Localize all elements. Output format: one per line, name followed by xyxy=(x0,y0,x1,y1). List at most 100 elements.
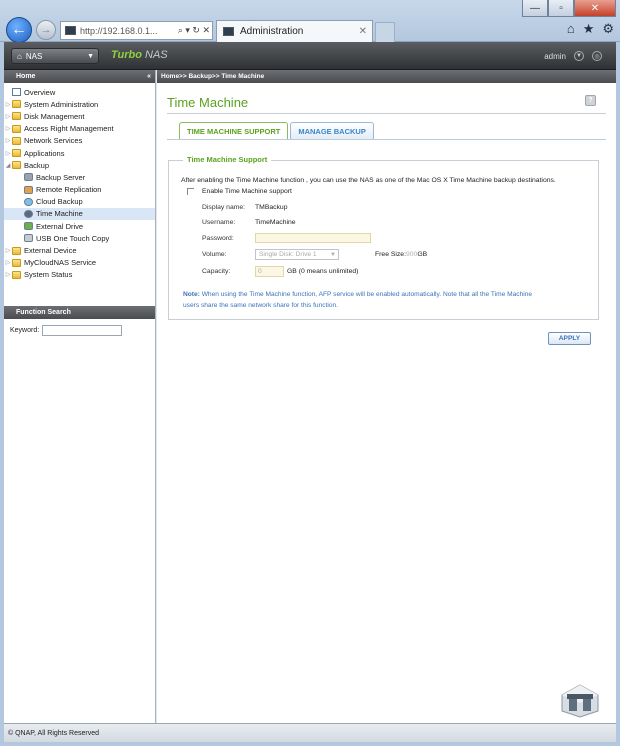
capacity-input[interactable]: 0 xyxy=(255,266,284,277)
note-line-1: When using the Time Machine function, AF… xyxy=(199,291,533,298)
address-bar[interactable]: http://192.168.0.1... ⌕ ▾ ↻ ✕ xyxy=(60,21,213,40)
collapse-tree-icon[interactable]: ◢ xyxy=(4,162,12,169)
time-machine-icon xyxy=(24,209,33,218)
sidebar-item-external-device[interactable]: ▷ External Device xyxy=(4,244,155,256)
tab-page-icon xyxy=(223,27,234,36)
expand-icon[interactable]: ▷ xyxy=(4,137,12,144)
sidebar-item-label: Disk Management xyxy=(24,111,85,121)
external-drive-icon xyxy=(24,222,33,231)
sidebar-item-access-right-management[interactable]: ▷ Access Right Management xyxy=(4,123,155,135)
sidebar-item-time-machine[interactable]: Time Machine xyxy=(4,207,155,221)
volume-row: Volume: Single Disk: Drive 1 ▼ Free Size… xyxy=(202,249,427,260)
username-value: TimeMachine xyxy=(255,219,296,226)
sidebar-item-label: System Administration xyxy=(24,99,99,109)
note-line-2: users share the same network share for t… xyxy=(183,301,339,309)
address-controls[interactable]: ⌕ ▾ ↻ ✕ xyxy=(178,25,210,36)
folder-icon xyxy=(12,124,21,133)
capacity-row: Capacity: 0 GB (0 means unlimited) xyxy=(202,266,358,277)
sidebar-header-label: Home xyxy=(16,73,36,80)
sidebar-item-cloud-backup[interactable]: Cloud Backup xyxy=(4,196,155,208)
intro-text: After enabling the Time Machine function… xyxy=(181,177,556,184)
cloud-icon xyxy=(24,197,33,206)
expand-icon[interactable]: ▷ xyxy=(4,125,12,132)
sidebar-item-label: Time Machine xyxy=(36,209,83,219)
sidebar-item-external-drive[interactable]: External Drive xyxy=(4,220,155,232)
apply-button[interactable]: APPLY xyxy=(548,332,591,345)
volume-label: Volume: xyxy=(202,251,227,258)
function-search-title: Function Search xyxy=(16,309,71,316)
main-panel: Home>> Backup>> Time Machine Time Machin… xyxy=(157,70,616,723)
sidebar-item-mycloudnas-service[interactable]: ▷ MyCloudNAS Service xyxy=(4,257,155,269)
keyword-label: Keyword: xyxy=(10,327,40,334)
globe-icon[interactable]: ◎ xyxy=(592,51,602,61)
folder-open-icon xyxy=(12,161,21,170)
expand-icon[interactable]: ▷ xyxy=(4,271,12,278)
sidebar-item-system-status[interactable]: ▷ System Status xyxy=(4,269,155,281)
help-icon[interactable]: ? xyxy=(585,95,596,106)
sidebar-item-network-services[interactable]: ▷ Network Services xyxy=(4,135,155,147)
minimize-button[interactable]: — xyxy=(522,0,548,17)
keyword-input[interactable] xyxy=(42,325,123,336)
function-search-header: Function Search xyxy=(4,306,155,319)
sidebar: Home « Overview ▷ System Administration ▷… xyxy=(4,70,156,723)
note-text: Note: When using the Time Machine functi… xyxy=(183,290,593,311)
new-tab-button[interactable] xyxy=(375,22,395,42)
sidebar-item-label: Remote Replication xyxy=(36,185,102,195)
expand-icon[interactable]: ▷ xyxy=(4,150,12,157)
username-row: Username: TimeMachine xyxy=(202,219,296,226)
window-border-right xyxy=(616,42,620,742)
page-title: Time Machine xyxy=(167,95,249,110)
capacity-label: Capacity: xyxy=(202,268,231,275)
sidebar-item-label: Backup xyxy=(24,160,50,170)
home-icon[interactable]: ⌂ xyxy=(567,21,575,37)
tab-manage-backup[interactable]: MANAGE BACKUP xyxy=(290,122,374,139)
folder-icon xyxy=(12,100,21,109)
expand-icon[interactable]: ▷ xyxy=(4,101,12,108)
volume-select[interactable]: Single Disk: Drive 1 ▼ xyxy=(255,249,339,260)
enable-checkbox[interactable] xyxy=(187,188,194,195)
sidebar-item-label: Access Right Management xyxy=(24,124,114,134)
enable-label: Enable Time Machine support xyxy=(202,188,292,195)
sidebar-item-disk-management[interactable]: ▷ Disk Management xyxy=(4,110,155,122)
expand-icon[interactable]: ▷ xyxy=(4,247,12,254)
collapse-icon[interactable]: « xyxy=(147,73,151,80)
tab-time-machine-support[interactable]: TIME MACHINE SUPPORT xyxy=(179,122,289,140)
username-label: Username: xyxy=(202,219,236,226)
enable-row: Enable Time Machine support xyxy=(187,188,292,195)
expand-icon[interactable]: ▷ xyxy=(4,113,12,120)
star-icon[interactable]: ★ xyxy=(583,21,595,37)
watermark-logo-icon xyxy=(561,684,599,718)
sidebar-item-applications[interactable]: ▷ Applications xyxy=(4,147,155,159)
sidebar-item-system-administration[interactable]: ▷ System Administration xyxy=(4,98,155,110)
back-button[interactable]: ← xyxy=(6,17,32,43)
chevron-down-icon: ▼ xyxy=(87,52,94,60)
maximize-button[interactable]: ▫ xyxy=(548,0,574,17)
gear-icon[interactable]: ⚙ xyxy=(602,21,614,37)
user-menu-icon[interactable]: ▼ xyxy=(574,51,584,61)
nas-selector[interactable]: ⌂ NAS ▼ xyxy=(11,48,99,64)
password-row: Password: xyxy=(202,233,371,243)
folder-icon xyxy=(12,136,21,145)
tab-close-icon[interactable]: ✕ xyxy=(359,26,367,37)
display-name-value: TMBackup xyxy=(255,204,288,211)
sidebar-item-backup[interactable]: ◢ Backup xyxy=(4,159,155,171)
title-divider xyxy=(167,113,606,114)
sidebar-item-backup-server[interactable]: Backup Server xyxy=(4,171,155,183)
sidebar-item-remote-replication[interactable]: Remote Replication xyxy=(4,184,155,196)
close-window-button[interactable]: ✕ xyxy=(574,0,616,17)
header-user-area: admin ▼ ◎ xyxy=(544,51,602,61)
sidebar-item-usb-one-touch-copy[interactable]: USB One Touch Copy xyxy=(4,232,155,244)
sidebar-item-label: Applications xyxy=(24,148,65,158)
sidebar-item-overview[interactable]: Overview xyxy=(4,86,155,98)
free-size-unit: GB xyxy=(417,251,428,258)
forward-button[interactable]: → xyxy=(36,20,56,40)
browser-chrome: — ▫ ✕ ← → http://192.168.0.1... ⌕ ▾ ↻ ✕ … xyxy=(0,0,620,43)
sidebar-header: Home « xyxy=(4,70,155,83)
breadcrumb: Home>> Backup>> Time Machine xyxy=(157,70,616,83)
expand-icon[interactable]: ▷ xyxy=(4,259,12,266)
password-field[interactable] xyxy=(255,233,371,243)
usb-icon xyxy=(24,234,33,243)
folder-icon xyxy=(12,270,21,279)
sidebar-item-label: Overview xyxy=(24,87,56,97)
browser-tab-administration[interactable]: Administration ✕ xyxy=(216,20,373,42)
